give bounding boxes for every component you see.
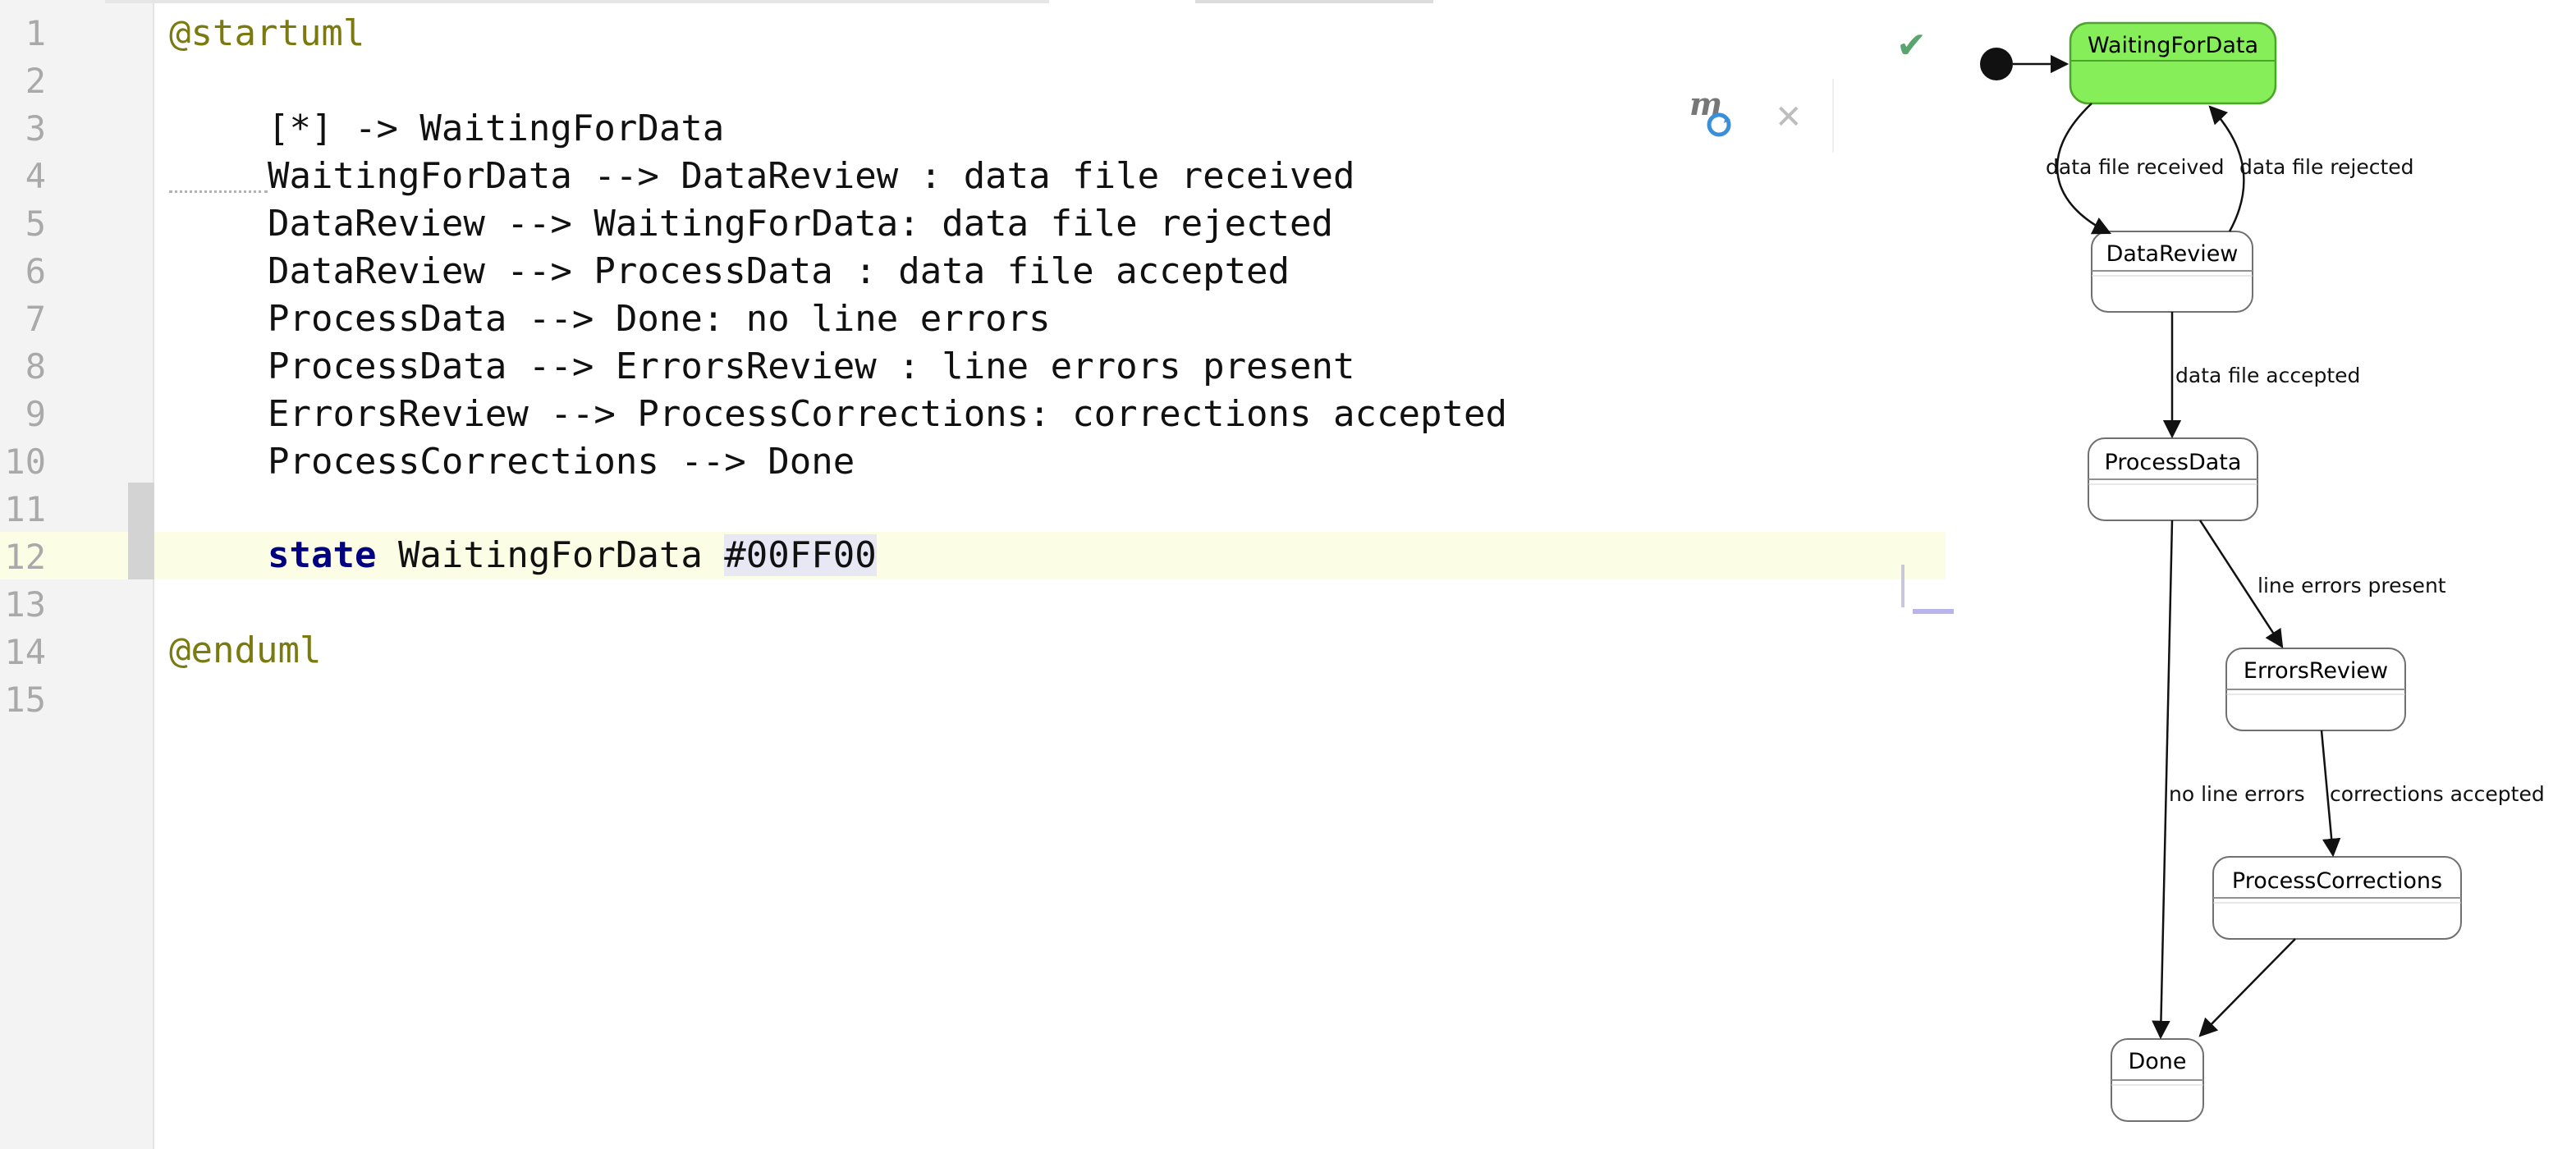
code-line-4[interactable]: WaitingForData --> DataReview : data fil… <box>268 153 1355 200</box>
code-line-6[interactable]: DataReview --> ProcessData : data file a… <box>268 248 1290 295</box>
code-line-10[interactable]: ProcessCorrections --> Done <box>268 438 855 486</box>
code-line-1[interactable]: @startuml <box>169 10 364 57</box>
state-label: Done <box>2128 1049 2186 1074</box>
state-waiting-for-data[interactable]: WaitingForData <box>2069 21 2277 105</box>
state-name: WaitingForData <box>376 534 725 576</box>
state-process-corrections[interactable]: ProcessCorrections <box>2212 856 2462 940</box>
transition-label: line errors present <box>2257 574 2446 597</box>
transition-no-errors <box>2152 520 2174 1040</box>
line-number: 10 <box>4 442 46 482</box>
state-keyword: state <box>268 534 377 576</box>
color-literal: #00FF00 <box>724 534 877 576</box>
text-cursor-underline <box>1913 609 1954 614</box>
initial-state <box>1980 48 2013 80</box>
line-number: 14 <box>4 632 46 672</box>
m-refresh-icon[interactable]: m <box>1688 87 1734 141</box>
state-diagram: WaitingForData DataReview ProcessData Er… <box>1980 21 2545 1122</box>
state-errors-review[interactable]: ErrorsReview <box>2225 648 2406 731</box>
top-scroll-strip-secondary <box>1195 0 1433 3</box>
warning-squiggle <box>169 190 268 201</box>
code-line-8[interactable]: ProcessData --> ErrorsReview : line erro… <box>268 343 1355 391</box>
code-line-3[interactable]: [*] -> WaitingForData <box>268 105 724 153</box>
transition-to-done <box>2198 938 2296 1037</box>
code-line-9[interactable]: ErrorsReview --> ProcessCorrections: cor… <box>268 391 1507 438</box>
code-line-7[interactable]: ProcessData --> Done: no line errors <box>268 295 1051 343</box>
line-number: 12 <box>4 537 46 577</box>
line-number: 2 <box>25 61 46 101</box>
state-label: ErrorsReview <box>2244 658 2388 684</box>
state-process-data[interactable]: ProcessData <box>2088 437 2258 521</box>
line-number: 7 <box>25 299 46 339</box>
line-number: 6 <box>25 251 46 291</box>
fold-marker[interactable] <box>128 483 154 579</box>
text-cursor <box>1901 565 1904 607</box>
transition-label: corrections accepted <box>2330 782 2545 806</box>
line-number: 11 <box>4 489 46 529</box>
code-line-5[interactable]: DataReview --> WaitingForData: data file… <box>268 200 1333 248</box>
line-number: 15 <box>4 680 46 720</box>
line-number: 5 <box>25 204 46 244</box>
top-scroll-strip <box>105 0 1049 3</box>
line-number: 9 <box>25 394 46 434</box>
toolbar-separator <box>1832 79 1834 153</box>
transition-label: no line errors <box>2169 782 2305 806</box>
state-label: DataReview <box>2106 241 2239 267</box>
close-icon[interactable]: ✕ <box>1775 98 1803 136</box>
transition-label: data file accepted <box>2175 364 2360 387</box>
transition-label: data file rejected <box>2239 155 2414 179</box>
check-icon: ✔ <box>1896 25 1927 66</box>
code-line-12[interactable]: state WaitingForData #00FF00 <box>268 532 877 579</box>
line-number: 8 <box>25 346 46 387</box>
state-done[interactable]: Done <box>2111 1038 2204 1122</box>
state-label: WaitingForData <box>2088 33 2258 58</box>
state-label: ProcessCorrections <box>2232 868 2442 894</box>
transition-label: data file received <box>2046 155 2225 179</box>
line-number: 3 <box>25 108 46 149</box>
state-label: ProcessData <box>2105 450 2242 475</box>
state-data-review[interactable]: DataReview <box>2091 231 2253 313</box>
code-line-14[interactable]: @enduml <box>169 627 321 675</box>
line-number: 1 <box>25 13 46 53</box>
line-number: 4 <box>25 156 46 196</box>
line-number: 13 <box>4 584 46 625</box>
